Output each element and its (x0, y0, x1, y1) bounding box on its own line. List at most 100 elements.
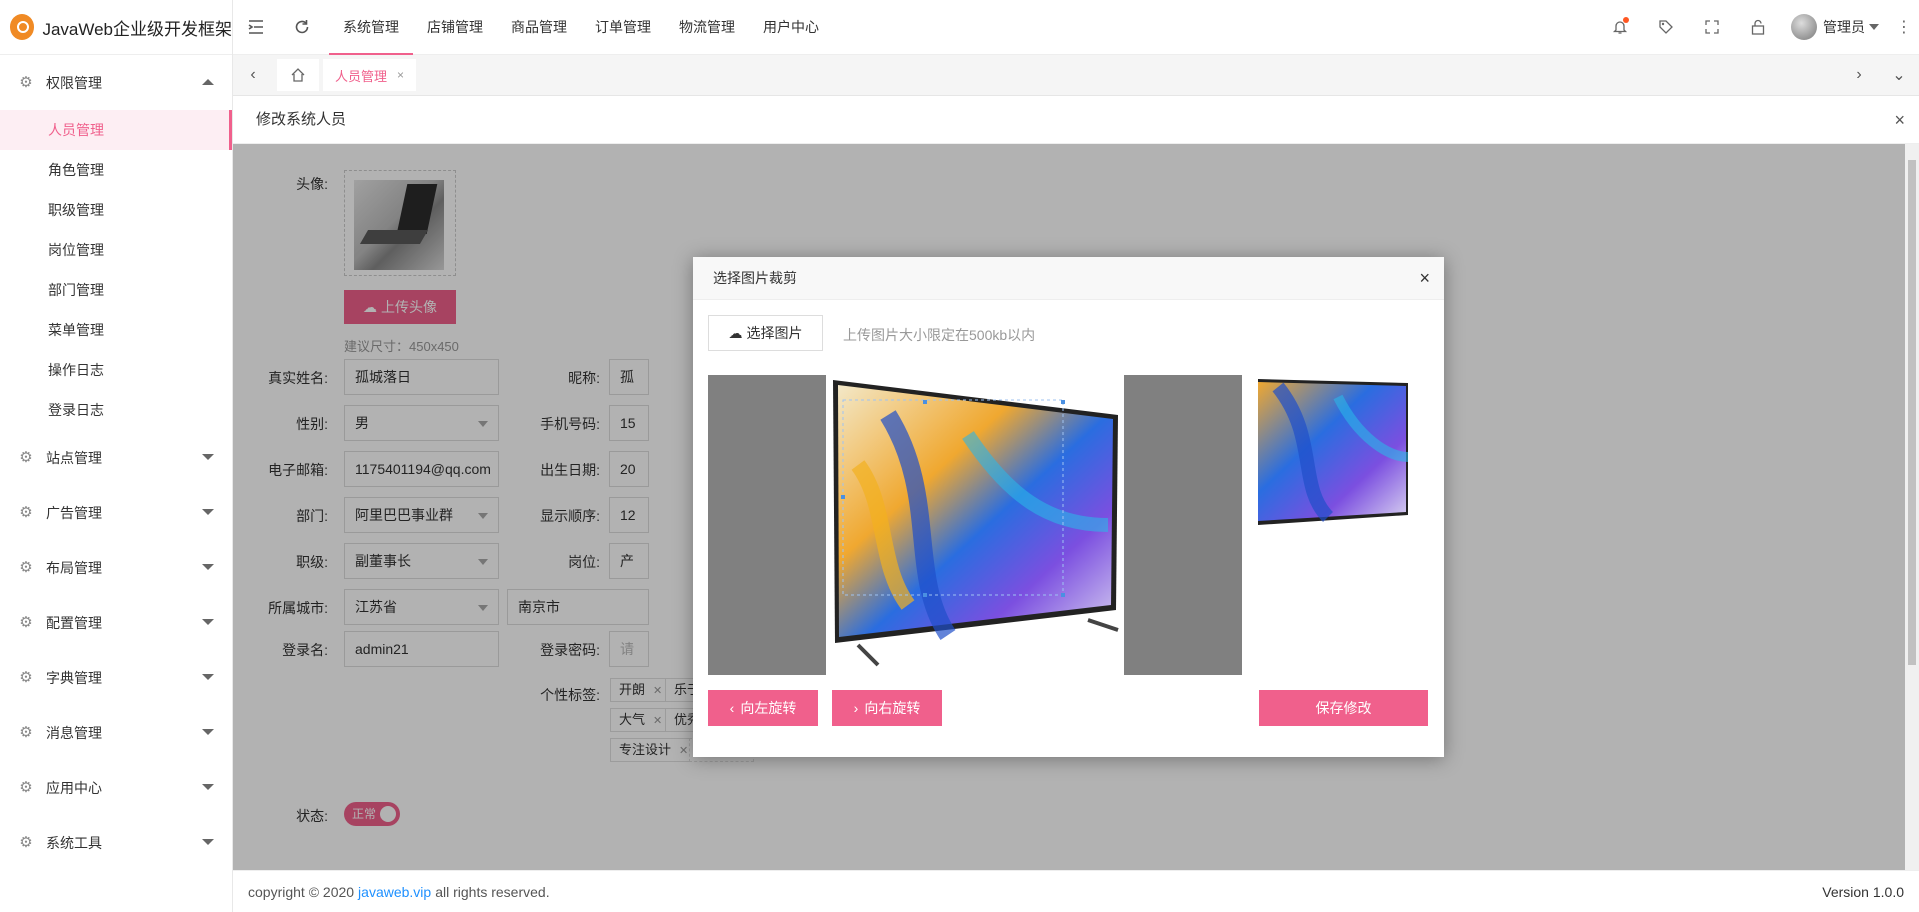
chevron-right-icon: › (853, 700, 859, 716)
menu-group-label: 权限管理 (46, 74, 102, 91)
close-icon[interactable]: × (1894, 96, 1905, 144)
nav-system[interactable]: 系统管理 (329, 0, 413, 55)
preview-image (1258, 377, 1408, 527)
crop-preview (1258, 377, 1408, 527)
version-label: Version 1.0.0 (1822, 883, 1904, 900)
chevron-left-icon: ‹ (729, 700, 735, 716)
scrollbar[interactable] (1905, 144, 1919, 870)
size-limit-hint: 上传图片大小限定在500kb以内 (843, 327, 1036, 343)
footer: copyright © 2020 javaweb.vip all rights … (233, 870, 1919, 912)
header-tools: 管理员 ⋮ (1597, 0, 1919, 55)
sidebar-item-departments[interactable]: 部门管理 (0, 270, 232, 310)
tag-icon[interactable] (1643, 0, 1689, 55)
nav-goods[interactable]: 商品管理 (497, 0, 581, 55)
bell-icon[interactable] (1597, 0, 1643, 55)
caret-down-icon (1869, 24, 1879, 30)
chevron-right-icon[interactable]: › (1839, 55, 1879, 96)
gear-icon: ⚙ (19, 503, 33, 521)
caret-down-icon (202, 839, 214, 845)
site-link[interactable]: javaweb.vip (358, 884, 431, 900)
menu-group-label: 配置管理 (46, 614, 102, 631)
choose-image-button[interactable]: ☁ 选择图片 (708, 315, 823, 351)
refresh-icon[interactable] (279, 0, 325, 55)
copyright-suffix: all rights reserved. (435, 883, 550, 900)
app-title: JavaWeb企业级开发框架 (42, 19, 232, 39)
sidebar-item-roles[interactable]: 角色管理 (0, 150, 232, 190)
gear-icon: ⚙ (19, 613, 33, 631)
menu-group-site[interactable]: ⚙ 站点管理 (0, 430, 232, 485)
rotate-right-label: 向右旋转 (864, 700, 921, 716)
nav-user-center[interactable]: 用户中心 (749, 0, 833, 55)
nav-orders[interactable]: 订单管理 (581, 0, 665, 55)
logo-icon (10, 14, 35, 40)
save-button[interactable]: 保存修改 (1259, 690, 1428, 726)
menu-group-label: 站点管理 (46, 449, 102, 466)
gear-icon: ⚙ (19, 668, 33, 686)
tabs-bar: ‹ 人员管理 × › ⌄ (233, 55, 1919, 96)
menu-group-label: 应用中心 (46, 779, 102, 796)
menu-group-label: 广告管理 (46, 504, 102, 521)
tab-users[interactable]: 人员管理 × (323, 59, 417, 91)
choose-image-label: 选择图片 (746, 325, 803, 341)
rotate-left-button[interactable]: ‹ 向左旋转 (708, 690, 818, 726)
gear-icon: ⚙ (19, 73, 33, 91)
sidebar-item-oplog[interactable]: 操作日志 (0, 350, 232, 390)
sidebar-item-loginlog[interactable]: 登录日志 (0, 390, 232, 430)
menu-group-label: 消息管理 (46, 724, 102, 741)
close-icon[interactable]: × (397, 68, 404, 82)
sidebar-item-levels[interactable]: 职级管理 (0, 190, 232, 230)
cloud-upload-icon: ☁ (728, 324, 743, 341)
home-icon[interactable] (277, 59, 319, 91)
rotate-left-label: 向左旋转 (740, 700, 797, 716)
chevron-down-icon[interactable]: ⌄ (1879, 55, 1919, 96)
copyright-prefix: copyright © 2020 (248, 883, 355, 900)
dialog-title: 选择图片裁剪 (713, 270, 797, 286)
layer-title-text: 修改系统人员 (256, 111, 347, 128)
gear-icon: ⚙ (19, 558, 33, 576)
rotate-right-button[interactable]: › 向右旋转 (832, 690, 942, 726)
nav-shop[interactable]: 店铺管理 (413, 0, 497, 55)
menu-group-label: 系统工具 (46, 834, 102, 851)
sidebar: JavaWeb企业级开发框架 ⚙ 权限管理 人员管理 角色管理 职级管理 岗位管… (0, 0, 233, 912)
fullscreen-icon[interactable] (1689, 0, 1735, 55)
close-icon[interactable]: × (1419, 257, 1430, 300)
caret-down-icon (202, 454, 214, 460)
sidebar-menu: ⚙ 权限管理 人员管理 角色管理 职级管理 岗位管理 部门管理 菜单管理 操作日… (0, 55, 232, 870)
dialog-header: 选择图片裁剪 × (693, 257, 1444, 300)
menu-group-label: 布局管理 (46, 559, 102, 576)
caret-down-icon (202, 729, 214, 735)
sidebar-item-users[interactable]: 人员管理 (0, 110, 232, 150)
logo: JavaWeb企业级开发框架 (0, 0, 232, 55)
caret-down-icon (202, 784, 214, 790)
nav-logistics[interactable]: 物流管理 (665, 0, 749, 55)
menu-group-permission[interactable]: ⚙ 权限管理 (0, 55, 232, 110)
avatar (1791, 14, 1817, 40)
menu-group-ads[interactable]: ⚙ 广告管理 (0, 485, 232, 540)
gear-icon: ⚙ (19, 448, 33, 466)
image-crop-dialog: 选择图片裁剪 × ☁ 选择图片 上传图片大小限定在500kb以内 ‹ 向左旋转 … (693, 257, 1444, 757)
gear-icon: ⚙ (19, 833, 33, 851)
sidebar-item-menus[interactable]: 菜单管理 (0, 310, 232, 350)
gear-icon: ⚙ (19, 723, 33, 741)
layer-title: 修改系统人员 × (233, 96, 1919, 144)
user-menu[interactable]: 管理员 (1781, 14, 1889, 40)
menu-collapse-icon[interactable] (233, 0, 279, 55)
menu-group-message[interactable]: ⚙ 消息管理 (0, 705, 232, 760)
caret-up-icon (202, 79, 214, 85)
chevron-left-icon[interactable]: ‹ (233, 55, 273, 96)
caret-down-icon (202, 674, 214, 680)
sidebar-item-positions[interactable]: 岗位管理 (0, 230, 232, 270)
tab-label: 人员管理 (335, 68, 388, 84)
menu-group-label: 字典管理 (46, 669, 102, 686)
more-vertical-icon[interactable]: ⋮ (1889, 0, 1919, 55)
menu-group-layout[interactable]: ⚙ 布局管理 (0, 540, 232, 595)
scrollbar-thumb[interactable] (1908, 160, 1916, 665)
crop-canvas[interactable] (708, 375, 1242, 675)
menu-group-config[interactable]: ⚙ 配置管理 (0, 595, 232, 650)
user-name: 管理员 (1823, 19, 1865, 35)
menu-group-apps[interactable]: ⚙ 应用中心 (0, 760, 232, 815)
lock-icon[interactable] (1735, 0, 1781, 55)
menu-group-dict[interactable]: ⚙ 字典管理 (0, 650, 232, 705)
menu-group-tools[interactable]: ⚙ 系统工具 (0, 815, 232, 870)
top-nav: 系统管理 店铺管理 商品管理 订单管理 物流管理 用户中心 (329, 0, 833, 55)
